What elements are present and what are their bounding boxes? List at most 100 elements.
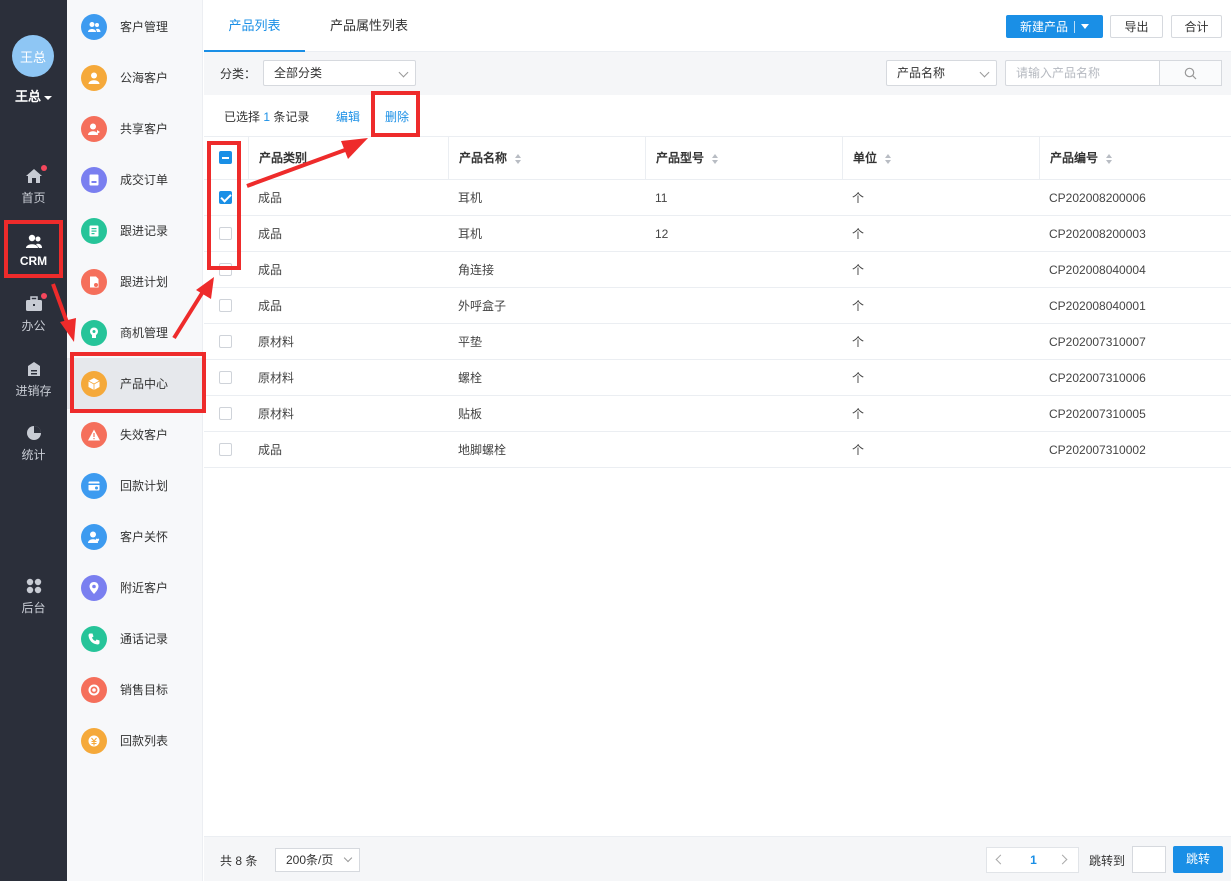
cell-category: 成品 xyxy=(258,443,283,457)
rail-label: 统计 xyxy=(21,448,46,462)
export-button[interactable]: 导出 xyxy=(1110,15,1163,38)
search-field-select[interactable]: 产品名称 xyxy=(886,60,997,86)
sidebar-item-payment-plans[interactable]: 回款计划 xyxy=(67,460,203,511)
rail-item-admin[interactable]: 后台 xyxy=(0,578,67,628)
cell-unit: 个 xyxy=(852,443,865,457)
sidebar-item-label: 跟进计划 xyxy=(120,275,169,289)
rail-label: 首页 xyxy=(21,191,46,205)
total-count: 共 8 条 xyxy=(220,854,258,868)
page-size-value: 200条/页 xyxy=(286,853,334,867)
tab-product-list[interactable]: 产品列表 xyxy=(204,0,305,52)
selection-summary: 已选择 1 条记录 xyxy=(224,108,309,125)
sidebar-item-customers[interactable]: 客户管理 xyxy=(67,1,203,52)
nav-rail: 王总 王总 首页 CRM 办公 进销存 统计 后台 xyxy=(0,0,67,881)
jump-page-input[interactable] xyxy=(1132,846,1166,873)
cell-category: 成品 xyxy=(258,191,283,205)
table-row[interactable]: 成品 外呼盒子 个 CP202008040001 xyxy=(204,288,1231,324)
cell-code: CP202008040004 xyxy=(1049,263,1146,277)
sum-button[interactable]: 合计 xyxy=(1171,15,1222,38)
sidebar-item-shared-customers[interactable]: 共享客户 xyxy=(67,103,203,154)
column-code[interactable]: 产品编号 xyxy=(1039,137,1231,180)
column-model[interactable]: 产品型号 xyxy=(645,137,843,180)
pagination-bar: 共 8 条 200条/页 1 跳转到 跳转 xyxy=(204,836,1231,881)
care-icon xyxy=(81,523,107,550)
category-value: 全部分类 xyxy=(274,66,323,80)
column-unit[interactable]: 单位 xyxy=(842,137,1040,180)
row-checkbox[interactable] xyxy=(219,299,232,312)
jump-button[interactable]: 跳转 xyxy=(1173,846,1223,873)
pie-chart-icon xyxy=(25,425,43,441)
new-product-button[interactable]: 新建产品 xyxy=(1006,15,1103,38)
rail-item-office[interactable]: 办公 xyxy=(0,293,67,346)
sidebar-item-customer-care[interactable]: 客户关怀 xyxy=(67,511,203,562)
sidebar-item-call-records[interactable]: 通话记录 xyxy=(67,613,203,664)
cell-code: CP202008200006 xyxy=(1049,191,1146,205)
table-row[interactable]: 原材料 螺栓 个 CP202007310006 xyxy=(204,360,1231,396)
sort-icon[interactable] xyxy=(712,153,719,164)
user-menu[interactable]: 王总 xyxy=(0,86,67,105)
cell-model xyxy=(645,288,655,324)
page-size-select[interactable]: 200条/页 xyxy=(275,848,360,872)
table-row[interactable]: 成品 耳机 12 个 CP202008200003 xyxy=(204,216,1231,252)
column-category[interactable]: 产品类别 xyxy=(248,137,448,180)
sort-icon[interactable] xyxy=(515,153,522,164)
row-checkbox[interactable] xyxy=(219,407,232,420)
table-row[interactable]: 原材料 平垫 个 CP202007310007 xyxy=(204,324,1231,360)
sidebar-item-label: 成交订单 xyxy=(120,173,169,187)
cell-code: CP202007310005 xyxy=(1049,407,1146,421)
sort-icon[interactable] xyxy=(885,153,892,164)
cell-unit: 个 xyxy=(852,227,865,241)
rail-item-inventory[interactable]: 进销存 xyxy=(0,361,67,411)
jump-label: 跳转到 xyxy=(1089,854,1126,868)
table-row[interactable]: 原材料 贴板 个 CP202007310005 xyxy=(204,396,1231,432)
home-icon xyxy=(25,165,47,184)
caret-down-icon xyxy=(44,95,52,100)
sidebar-item-payment-list[interactable]: 回款列表 xyxy=(67,715,203,766)
table-row[interactable]: 成品 耳机 11 个 CP202008200006 xyxy=(204,180,1231,216)
sidebar-item-orders[interactable]: 成交订单 xyxy=(67,154,203,205)
search-input[interactable]: 请输入产品名称 xyxy=(1005,60,1160,86)
avatar[interactable]: 王总 xyxy=(12,35,54,77)
table-row[interactable]: 成品 角连接 个 CP202008040004 xyxy=(204,252,1231,288)
edit-link[interactable]: 编辑 xyxy=(336,108,360,125)
row-checkbox[interactable] xyxy=(219,371,232,384)
row-checkbox[interactable] xyxy=(219,443,232,456)
column-name[interactable]: 产品名称 xyxy=(448,137,646,180)
selection-bar: 已选择 1 条记录 编辑 删除 xyxy=(204,95,1231,137)
table-row[interactable]: 成品 地脚螺栓 个 CP202007310002 xyxy=(204,432,1231,468)
sidebar-item-public-customers[interactable]: 公海客户 xyxy=(67,52,203,103)
sidebar-item-label: 回款计划 xyxy=(120,479,169,493)
column-label: 单位 xyxy=(853,151,878,165)
category-select[interactable]: 全部分类 xyxy=(263,60,416,86)
highlight-box xyxy=(207,141,241,270)
customers-icon xyxy=(81,13,107,40)
cell-model: 11 xyxy=(655,191,668,205)
cell-category: 原材料 xyxy=(258,371,295,385)
cell-unit: 个 xyxy=(852,407,865,421)
sidebar-item-nearby-customers[interactable]: 附近客户 xyxy=(67,562,203,613)
cell-name: 角连接 xyxy=(458,263,495,277)
sidebar-item-label: 商机管理 xyxy=(120,326,169,340)
tab-product-attributes[interactable]: 产品属性列表 xyxy=(330,0,408,52)
cell-name: 外呼盒子 xyxy=(458,299,507,313)
sidebar-item-opportunities[interactable]: 商机管理 xyxy=(67,307,203,358)
cell-name: 地脚螺栓 xyxy=(458,443,507,457)
highlight-box xyxy=(371,91,420,137)
sidebar-item-follow-plans[interactable]: 跟进计划 xyxy=(67,256,203,307)
sidebar-item-lost-customers[interactable]: 失效客户 xyxy=(67,409,203,460)
rail-item-home[interactable]: 首页 xyxy=(0,165,67,218)
caret-down-icon xyxy=(1081,24,1089,29)
row-checkbox[interactable] xyxy=(219,335,232,348)
phone-icon xyxy=(81,625,107,652)
column-label: 产品编号 xyxy=(1050,151,1099,165)
location-icon xyxy=(81,574,107,601)
search-button[interactable] xyxy=(1159,60,1222,86)
cell-unit: 个 xyxy=(852,263,865,277)
sidebar-item-follow-records[interactable]: 跟进记录 xyxy=(67,205,203,256)
sort-icon[interactable] xyxy=(1106,153,1113,164)
rail-item-stats[interactable]: 统计 xyxy=(0,425,67,475)
sidebar-item-label: 共享客户 xyxy=(120,122,169,136)
warning-icon xyxy=(81,421,107,448)
crm-sidebar: 客户管理 公海客户 共享客户 成交订单 跟进记录 跟进计划 商机管理 产品中心 … xyxy=(67,0,203,881)
sidebar-item-sales-targets[interactable]: 销售目标 xyxy=(67,664,203,715)
